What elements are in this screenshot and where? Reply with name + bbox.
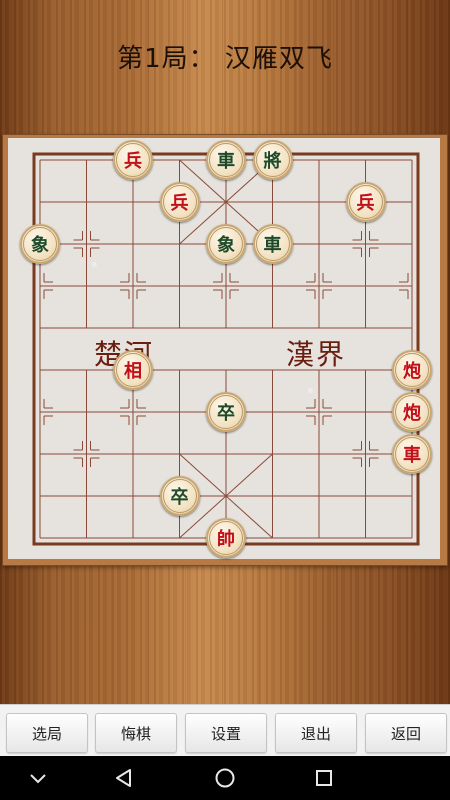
piece-label: 兵 [348,185,383,219]
piece-label: 象 [23,227,57,261]
recents-square-icon[interactable] [312,766,336,790]
piece-label: 將 [255,143,290,177]
settings-button[interactable]: 设置 [185,713,267,753]
return-button[interactable]: 返回 [365,713,447,753]
piece-label: 相 [116,353,150,387]
piece-red-8[interactable]: 相 [113,350,153,390]
piece-black-5[interactable]: 象 [20,224,60,264]
undo-move-button[interactable]: 悔棋 [95,713,177,753]
piece-red-12[interactable]: 車 [392,434,432,474]
piece-label: 兵 [116,143,150,177]
piece-black-13[interactable]: 卒 [159,476,200,516]
piece-label: 帥 [209,521,243,555]
piece-red-0[interactable]: 兵 [113,140,153,180]
piece-red-3[interactable]: 兵 [159,182,200,222]
home-circle-icon[interactable] [213,766,237,790]
back-chevron-icon[interactable] [26,766,50,790]
button-bar: 选局 悔棋 设置 退出 返回 [0,704,450,757]
piece-red-11[interactable]: 炮 [392,392,432,432]
piece-label: 車 [209,143,243,177]
system-nav-bar [0,756,450,800]
piece-label: 車 [395,437,429,471]
select-game-button[interactable]: 选局 [6,713,88,753]
piece-black-2[interactable]: 將 [252,140,293,180]
piece-label: 炮 [395,395,429,429]
river-label-han-jie: 漢界 [286,338,347,371]
piece-black-7[interactable]: 車 [252,224,293,264]
piece-red-14[interactable]: 帥 [206,518,246,558]
piece-label: 卒 [209,395,243,429]
piece-label: 炮 [395,353,429,387]
board-grid [32,152,420,546]
piece-black-1[interactable]: 車 [206,140,246,180]
piece-red-9[interactable]: 炮 [392,350,432,390]
piece-label: 象 [209,227,243,261]
piece-label: 卒 [162,479,197,513]
piece-label: 兵 [162,185,197,219]
exit-button[interactable]: 退出 [275,713,357,753]
piece-black-10[interactable]: 卒 [206,392,246,432]
back-triangle-icon[interactable] [112,766,136,790]
piece-label: 車 [255,227,290,261]
piece-black-6[interactable]: 象 [206,224,246,264]
piece-red-4[interactable]: 兵 [345,182,386,222]
